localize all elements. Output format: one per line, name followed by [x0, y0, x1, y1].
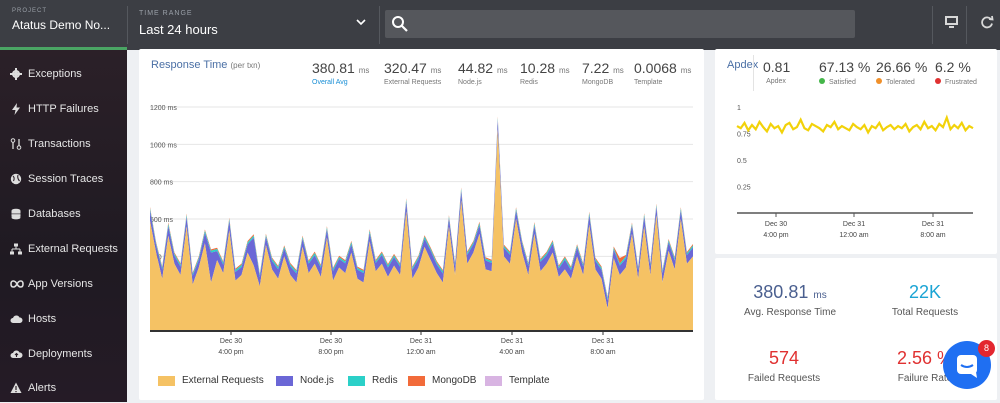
x-tick-label: Dec 31: [410, 338, 432, 345]
apdex-line: [736, 114, 974, 135]
y-tick-label: 800 ms: [150, 180, 173, 187]
sidebar-item-session-traces[interactable]: Session Traces: [0, 164, 127, 194]
kpi-failed-requests: 574 Failed Requests: [747, 348, 821, 384]
cloud-upload-icon: [10, 350, 23, 358]
sidebar-item-label: Databases: [28, 208, 81, 220]
y-tick-label: 1: [737, 105, 741, 112]
divider: [932, 6, 933, 44]
x-tick-label: 8:00 am: [590, 349, 615, 356]
x-tick-label: 4:00 pm: [763, 232, 788, 239]
search-input[interactable]: [385, 10, 855, 38]
infinity-icon: [10, 280, 24, 288]
sidebar-item-label: Alerts: [28, 382, 57, 394]
sidebar-item-external-requests[interactable]: External Requests: [0, 234, 127, 264]
sidebar-item-label: External Requests: [28, 243, 118, 255]
x-tick-label: Dec 30: [220, 338, 242, 345]
time-range-label: TIME RANGE: [139, 10, 193, 17]
search-icon: [392, 16, 408, 32]
sidebar-item-label: Transactions: [28, 138, 91, 150]
x-tick-label: 8:00 pm: [318, 349, 343, 356]
refresh-icon[interactable]: [980, 15, 994, 29]
x-tick-label: Dec 31: [592, 338, 614, 345]
sidebar-item-label: Deployments: [28, 348, 93, 360]
y-tick-label: 1000 ms: [150, 142, 177, 149]
legend-redis[interactable]: Redis: [348, 375, 398, 386]
x-tick-label: Dec 31: [922, 221, 944, 228]
cloud-icon: [10, 315, 23, 323]
sidebar-item-app-versions[interactable]: App Versions: [0, 269, 127, 299]
x-tick-label: 12:00 am: [406, 349, 435, 356]
sidebar-item-alerts[interactable]: Alerts: [0, 373, 127, 403]
sidebar-item-label: Exceptions: [28, 68, 82, 80]
apdex-chart: 1 0.75 0.5 0.25 Dec 30 4:00 pm Dec 31 12:00 am D…: [736, 105, 974, 239]
response-time-chart: 1200 ms1000 ms800 ms600 ms400 ms200 msDe…: [150, 105, 693, 356]
x-tick-label: 8:00 am: [920, 232, 945, 239]
y-tick-label: 0.5: [737, 158, 747, 165]
sidebar: Exceptions HTTP Failures Transactions Se…: [0, 50, 127, 402]
x-tick-label: 4:00 am: [499, 349, 524, 356]
y-tick-label: 1200 ms: [150, 105, 177, 112]
gear-icon: [10, 68, 22, 80]
legend-mongodb[interactable]: MongoDB: [408, 375, 476, 386]
x-tick-label: Dec 30: [765, 221, 787, 228]
sidebar-item-label: HTTP Failures: [28, 103, 99, 115]
bolt-icon: [12, 103, 20, 115]
x-tick-label: Dec 31: [843, 221, 865, 228]
legend-external-requests[interactable]: External Requests: [158, 375, 264, 386]
sidebar-item-label: App Versions: [28, 278, 93, 290]
apdex-card: Apdex 0.81 Apdex 67.13 % Satisfied 26.66…: [715, 49, 997, 254]
x-tick-label: Dec 30: [320, 338, 342, 345]
time-range-selector[interactable]: TIME RANGE Last 24 hours: [127, 0, 379, 50]
globe-icon: [10, 173, 22, 185]
y-tick-label: 0.25: [737, 185, 751, 192]
kpi-avg-response: 380.81 ms Avg. Response Time: [743, 282, 837, 318]
sidebar-item-label: Session Traces: [28, 173, 104, 185]
sidebar-item-exceptions[interactable]: Exceptions: [0, 59, 127, 89]
chevron-down-icon: [356, 19, 366, 26]
legend-nodejs[interactable]: Node.js: [276, 375, 334, 386]
legend-template[interactable]: Template: [485, 375, 550, 386]
kpi-total-requests: 22K Total Requests: [891, 282, 959, 318]
sidebar-item-label: Hosts: [28, 313, 57, 325]
network-icon: [10, 243, 22, 255]
warning-icon: [10, 382, 22, 393]
sidebar-item-http-failures[interactable]: HTTP Failures: [0, 94, 127, 124]
notification-badge: 8: [978, 340, 995, 357]
sidebar-item-transactions[interactable]: Transactions: [0, 129, 127, 159]
response-time-card: Response Time (per txn) 380.81 ms Overal…: [139, 49, 704, 400]
divider: [966, 6, 967, 44]
sidebar-item-hosts[interactable]: Hosts: [0, 304, 127, 334]
project-label: PROJECT: [12, 8, 48, 14]
x-tick-label: 4:00 pm: [218, 349, 243, 356]
database-icon: [11, 208, 21, 220]
y-tick-label: 600 ms: [150, 217, 173, 224]
sidebar-item-deployments[interactable]: Deployments: [0, 339, 127, 369]
y-tick-label: 0.75: [737, 132, 751, 139]
x-tick-label: Dec 31: [501, 338, 523, 345]
project-value: Atatus Demo No...: [12, 18, 111, 32]
area-external-requests: [150, 129, 693, 331]
divider: [379, 6, 380, 44]
sidebar-item-databases[interactable]: Databases: [0, 199, 127, 229]
project-selector[interactable]: PROJECT Atatus Demo No...: [0, 0, 127, 50]
time-range-value: Last 24 hours: [139, 22, 218, 37]
transactions-icon: [10, 138, 22, 150]
x-tick-label: 12:00 am: [839, 232, 868, 239]
monitor-icon[interactable]: [944, 15, 959, 29]
top-bar: PROJECT Atatus Demo No... TIME RANGE Las…: [0, 0, 1000, 50]
